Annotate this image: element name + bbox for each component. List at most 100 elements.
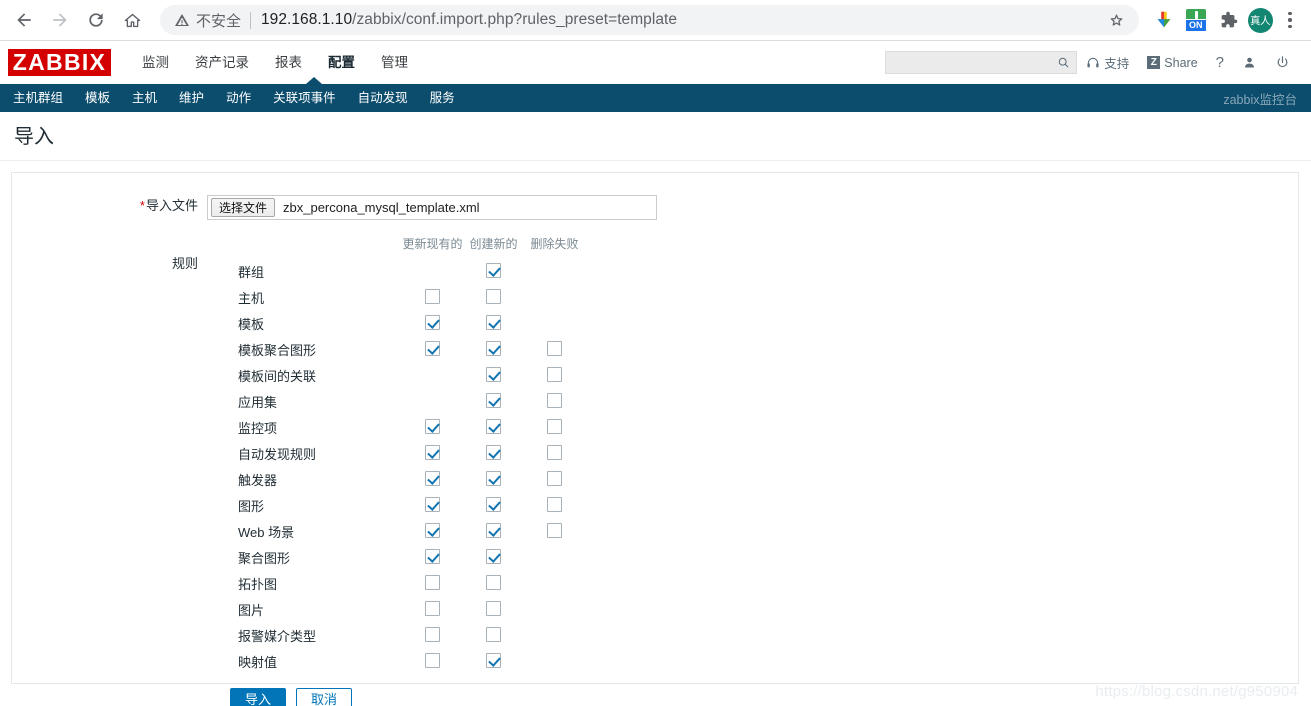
search-icon[interactable] xyxy=(1057,56,1070,69)
menu-item-monitoring[interactable]: 监测 xyxy=(129,41,182,84)
subnav-item-services[interactable]: 服务 xyxy=(419,84,466,112)
rule-create-checkbox[interactable] xyxy=(486,341,501,357)
share-link[interactable]: Z Share xyxy=(1138,56,1206,70)
rule-checkbox-cell xyxy=(402,388,463,414)
rule-update-checkbox[interactable] xyxy=(425,497,440,513)
forward-button[interactable] xyxy=(44,4,76,36)
rule-checkbox-cell xyxy=(524,414,585,440)
rule-delete-checkbox[interactable] xyxy=(547,497,562,513)
rule-checkbox-cell xyxy=(463,518,524,544)
rule-delete-checkbox[interactable] xyxy=(547,419,562,435)
rule-update-checkbox[interactable] xyxy=(425,341,440,357)
browser-menu-button[interactable] xyxy=(1277,5,1303,35)
download-extension-button[interactable] xyxy=(1149,5,1179,35)
rule-name-label: Web 场景 xyxy=(238,524,295,540)
rule-name-cell: Web 场景 xyxy=(207,518,402,544)
extension-toolbar: ON 真人 xyxy=(1145,5,1303,35)
rules-table-row: 报警媒介类型 xyxy=(207,622,585,648)
global-search-box[interactable] xyxy=(885,51,1078,74)
rule-update-checkbox[interactable] xyxy=(425,445,440,461)
back-button[interactable] xyxy=(8,4,40,36)
rule-update-checkbox[interactable] xyxy=(425,575,440,591)
subnav-item-discovery[interactable]: 自动发现 xyxy=(347,84,419,112)
selected-file-name: zbx_percona_mysql_template.xml xyxy=(283,200,480,215)
on-extension-button[interactable]: ON xyxy=(1181,5,1211,35)
rule-update-checkbox[interactable] xyxy=(425,471,440,487)
rule-create-checkbox[interactable] xyxy=(486,393,501,409)
rule-checkbox-cell xyxy=(524,544,585,570)
rule-create-checkbox[interactable] xyxy=(486,575,501,591)
rule-delete-checkbox[interactable] xyxy=(547,367,562,383)
subnav-item-hosts[interactable]: 主机 xyxy=(121,84,168,112)
rule-delete-checkbox[interactable] xyxy=(547,523,562,539)
rule-update-checkbox[interactable] xyxy=(425,315,440,331)
reload-button[interactable] xyxy=(80,4,112,36)
rule-create-checkbox[interactable] xyxy=(486,523,501,539)
rule-delete-checkbox[interactable] xyxy=(547,341,562,357)
rule-update-checkbox[interactable] xyxy=(425,549,440,565)
subnav-username: zabbix监控台 xyxy=(1223,92,1297,107)
rule-delete-checkbox[interactable] xyxy=(547,471,562,487)
rules-header-row: 更新现有的 创建新的 删除失败 xyxy=(207,235,585,258)
url-text: 192.168.1.10/zabbix/conf.import.php?rule… xyxy=(261,11,1105,29)
subnav-item-templates[interactable]: 模板 xyxy=(74,84,121,112)
rule-create-checkbox[interactable] xyxy=(486,601,501,617)
rule-update-checkbox[interactable] xyxy=(425,653,440,669)
rule-update-checkbox[interactable] xyxy=(425,627,440,643)
menu-item-configuration[interactable]: 配置 xyxy=(315,41,368,84)
rule-create-checkbox[interactable] xyxy=(486,289,501,305)
menu-item-administration[interactable]: 管理 xyxy=(368,41,421,84)
rule-delete-checkbox[interactable] xyxy=(547,445,562,461)
rule-checkbox-cell xyxy=(524,440,585,466)
rule-name-label: 聚合图形 xyxy=(238,550,291,566)
rule-create-checkbox[interactable] xyxy=(486,497,501,513)
import-button[interactable]: 导入 xyxy=(230,688,287,706)
rule-checkbox-cell xyxy=(402,284,463,310)
search-input[interactable] xyxy=(894,54,1058,71)
subnav-item-actions[interactable]: 动作 xyxy=(215,84,262,112)
file-input[interactable]: 选择文件 zbx_percona_mysql_template.xml xyxy=(207,195,657,220)
subnav-item-host-groups[interactable]: 主机群组 xyxy=(2,84,74,112)
help-link[interactable]: ? xyxy=(1207,54,1233,71)
rule-create-checkbox[interactable] xyxy=(486,627,501,643)
bookmark-button[interactable] xyxy=(1105,9,1127,31)
rules-table-row: Web 场景 xyxy=(207,518,585,544)
rule-create-checkbox[interactable] xyxy=(486,471,501,487)
rule-name-cell: 映射值 xyxy=(207,648,402,674)
user-settings-link[interactable] xyxy=(1233,55,1266,70)
rule-create-checkbox[interactable] xyxy=(486,549,501,565)
rule-update-checkbox[interactable] xyxy=(425,419,440,435)
rule-checkbox-cell xyxy=(524,362,585,388)
url-host: 192.168.1.10 xyxy=(261,11,353,28)
rule-delete-checkbox[interactable] xyxy=(547,393,562,409)
rule-update-checkbox[interactable] xyxy=(425,289,440,305)
menu-item-inventory[interactable]: 资产记录 xyxy=(182,41,262,84)
rules-table-row: 应用集 xyxy=(207,388,585,414)
rule-checkbox-cell xyxy=(402,596,463,622)
zabbix-logo[interactable]: ZABBIX xyxy=(8,49,111,76)
zabbix-share-icon: Z xyxy=(1147,56,1161,69)
rule-create-checkbox[interactable] xyxy=(486,263,501,279)
rule-update-checkbox[interactable] xyxy=(425,523,440,539)
subnav-item-maintenance[interactable]: 维护 xyxy=(168,84,215,112)
rule-name-cell: 应用集 xyxy=(207,388,402,414)
choose-file-button[interactable]: 选择文件 xyxy=(211,198,276,217)
rule-update-checkbox[interactable] xyxy=(425,601,440,617)
rule-create-checkbox[interactable] xyxy=(486,315,501,331)
rule-create-checkbox[interactable] xyxy=(486,367,501,383)
support-link[interactable]: 支持 xyxy=(1077,53,1138,72)
profile-button[interactable]: 真人 xyxy=(1245,5,1275,35)
cancel-button[interactable]: 取消 xyxy=(296,688,353,706)
subnav-item-correlation[interactable]: 关联项事件 xyxy=(262,84,347,112)
security-indicator[interactable]: 不安全 xyxy=(174,10,241,31)
rule-create-checkbox[interactable] xyxy=(486,445,501,461)
address-bar[interactable]: 不安全 192.168.1.10/zabbix/conf.import.php?… xyxy=(160,5,1139,35)
rule-create-checkbox[interactable] xyxy=(486,419,501,435)
rule-create-checkbox[interactable] xyxy=(486,653,501,669)
rule-checkbox-cell xyxy=(402,492,463,518)
rule-name-label: 自动发现规则 xyxy=(238,446,317,462)
rules-label: 规则 xyxy=(171,256,198,271)
home-button[interactable] xyxy=(116,4,148,36)
logout-link[interactable] xyxy=(1266,55,1299,70)
extensions-button[interactable] xyxy=(1213,5,1243,35)
